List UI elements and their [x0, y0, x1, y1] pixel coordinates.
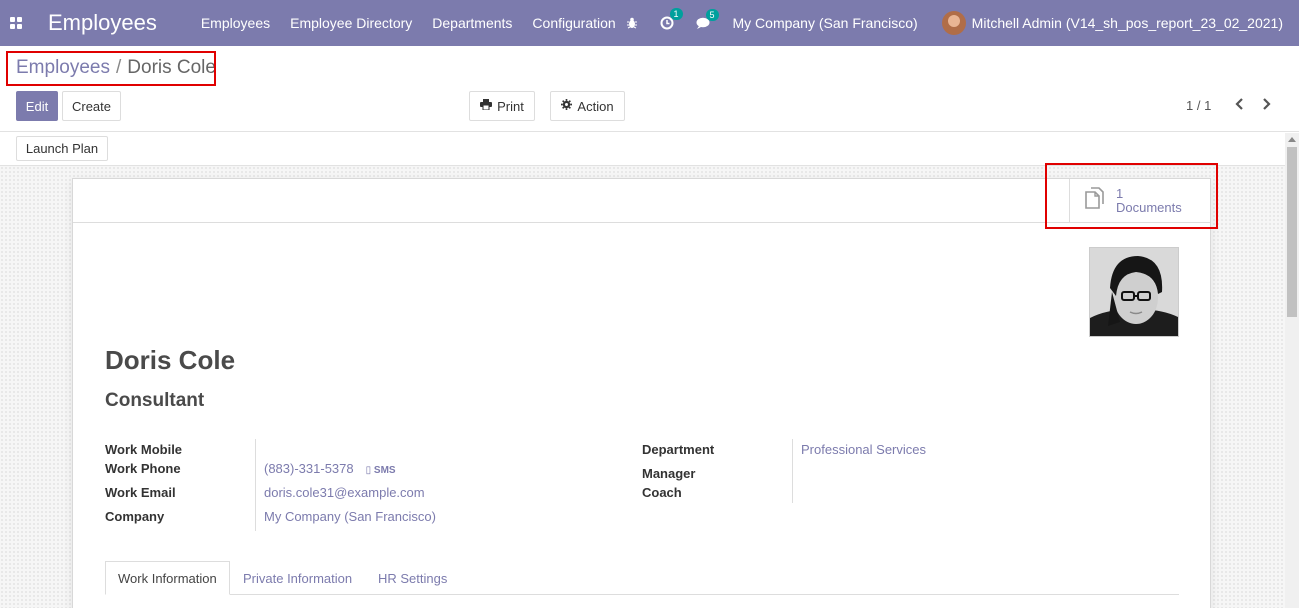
edit-button[interactable]: Edit	[16, 91, 58, 121]
department-value[interactable]: Professional Services	[801, 442, 926, 457]
create-button[interactable]: Create	[62, 91, 121, 121]
coach-label: Coach	[642, 485, 682, 500]
smart-button-box: 1 Documents	[73, 179, 1210, 223]
messages-icon[interactable]: 5	[696, 8, 719, 30]
work-mobile-label: Work Mobile	[105, 442, 183, 457]
messages-count-badge: 5	[705, 8, 719, 21]
pager-previous-icon[interactable]	[1234, 95, 1244, 116]
right-group-separator	[792, 439, 793, 503]
work-email-label: Work Email	[105, 485, 176, 500]
mobile-phone-icon: ▯	[365, 465, 372, 476]
apps-menu-icon[interactable]	[0, 0, 32, 46]
gear-icon	[561, 99, 573, 113]
menu-item-employees[interactable]: Employees	[201, 15, 270, 31]
employee-name[interactable]: Doris Cole	[105, 345, 235, 376]
pager-value[interactable]: 1 / 1	[1186, 98, 1211, 113]
sms-label: SMS	[373, 465, 396, 476]
left-group-separator	[255, 439, 256, 531]
print-icon	[480, 99, 493, 113]
employee-photo[interactable]	[1089, 247, 1179, 337]
user-menu[interactable]: Mitchell Admin (V14_sh_pos_report_23_02_…	[972, 15, 1283, 31]
sms-button[interactable]: ▯ SMS	[366, 465, 396, 476]
manager-label: Manager	[642, 466, 696, 481]
navbar-systray: 1 5 My Company (San Francisco) Mitchell …	[626, 0, 1299, 46]
page-scrollbar[interactable]	[1285, 133, 1299, 608]
scrollbar-thumb[interactable]	[1287, 147, 1297, 317]
menu-item-employee-directory[interactable]: Employee Directory	[290, 15, 412, 31]
menu-item-departments[interactable]: Departments	[432, 15, 512, 31]
menu-item-configuration[interactable]: Configuration	[532, 15, 615, 31]
print-button[interactable]: Print	[469, 91, 535, 121]
work-phone-label: Work Phone	[105, 461, 181, 476]
work-phone-number[interactable]: (883)-331-5378	[264, 461, 354, 476]
company-switcher[interactable]: My Company (San Francisco)	[733, 15, 918, 31]
work-phone-value[interactable]: (883)-331-5378 ▯ SMS	[264, 461, 396, 476]
tab-work-information[interactable]: Work Information	[105, 561, 230, 595]
notebook-tabs: Work Information Private Information HR …	[105, 561, 1179, 595]
tab-private-information[interactable]: Private Information	[231, 561, 364, 595]
company-value[interactable]: My Company (San Francisco)	[264, 509, 436, 524]
employee-job-title[interactable]: Consultant	[105, 390, 204, 412]
app-brand[interactable]: Employees	[48, 10, 157, 36]
control-panel-divider	[0, 131, 1299, 132]
pager-next-icon[interactable]	[1262, 95, 1272, 116]
debug-bug-icon[interactable]	[626, 17, 638, 29]
action-label: Action	[577, 98, 614, 114]
company-label: Company	[105, 509, 165, 524]
launch-plan-button[interactable]: Launch Plan	[16, 136, 108, 161]
form-sheet: 1 Documents Doris Cole Consultant Work M…	[72, 178, 1211, 608]
tab-hr-settings[interactable]: HR Settings	[366, 561, 459, 595]
activity-count-badge: 1	[669, 8, 683, 20]
scroll-up-arrow-icon[interactable]	[1288, 137, 1296, 142]
breadcrumb-highlight-box	[6, 51, 216, 86]
documents-highlight-box	[1045, 163, 1218, 229]
user-avatar[interactable]	[941, 11, 966, 35]
activity-clock-icon[interactable]: 1	[660, 8, 683, 30]
main-menu: Employees Employee Directory Departments…	[201, 15, 636, 31]
work-email-value[interactable]: doris.cole31@example.com	[264, 485, 425, 500]
department-label: Department	[642, 442, 715, 457]
print-label: Print	[497, 98, 524, 114]
action-button[interactable]: Action	[550, 91, 625, 121]
top-navbar: Employees Employees Employee Directory D…	[0, 0, 1299, 46]
